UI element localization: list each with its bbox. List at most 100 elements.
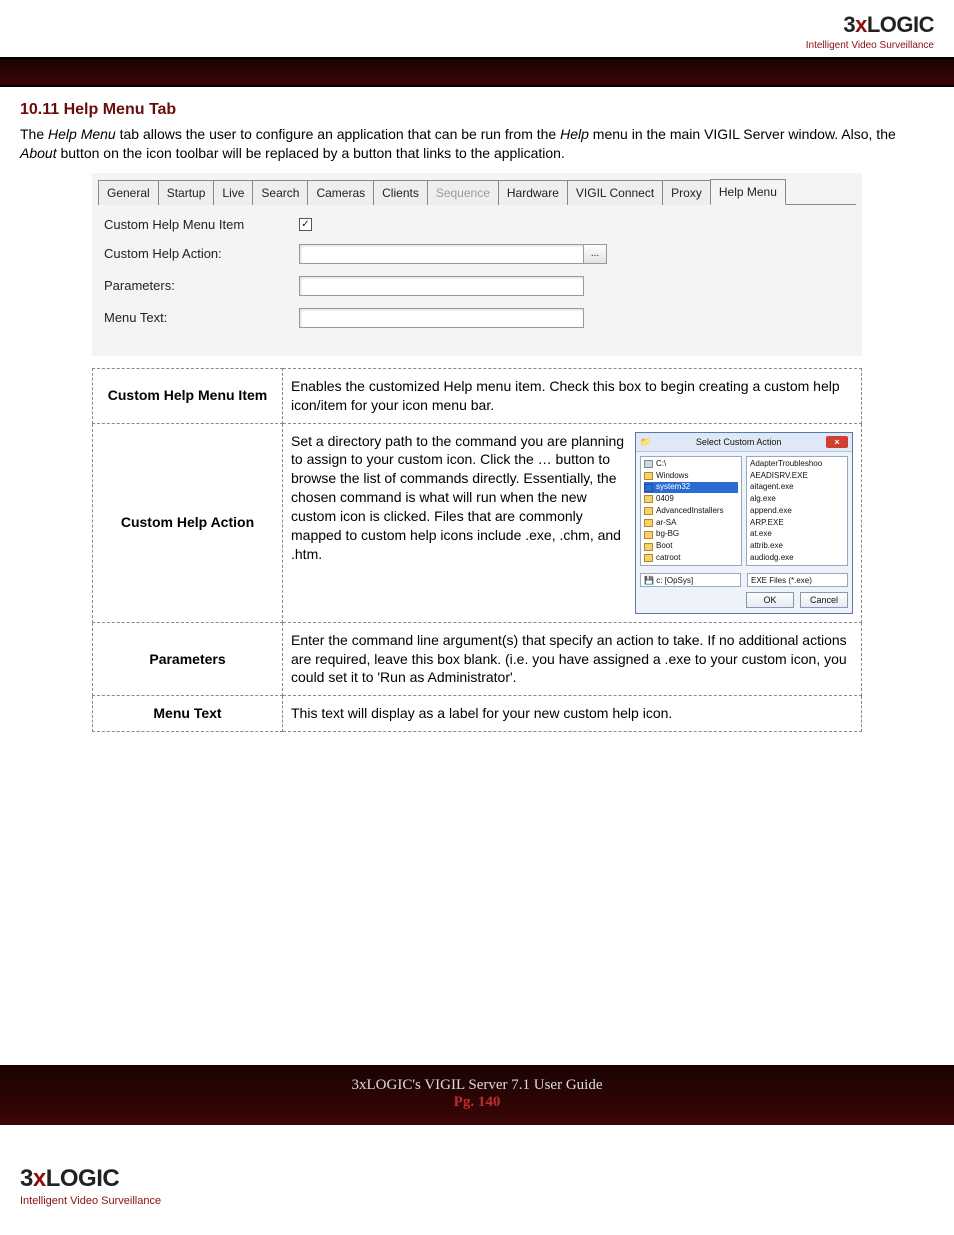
folder-icon: 📁 [640,436,651,448]
list-item: aitagent.exe [750,482,844,493]
label-custom-help-action: Custom Help Action: [104,246,299,261]
list-item: Boot [644,541,738,552]
folder-icon [644,531,653,539]
intro-text: tab allows the user to configure an appl… [116,126,560,142]
tab-cameras[interactable]: Cameras [307,180,374,205]
list-item: C:\ [644,459,738,470]
list-item: system32 [644,482,738,493]
cell-key-menu-text: Menu Text [93,696,283,732]
row-menu-text: Menu Text: [104,308,850,328]
cell-key-custom-help-action: Custom Help Action [93,423,283,622]
logo-pre: 3 [20,1165,33,1192]
list-item: alg.exe [750,494,844,505]
intro-italic-3: About [20,145,57,161]
intro-text: button on the icon toolbar will be repla… [57,145,565,161]
select-custom-action-dialog: 📁 Select Custom Action × C:\ Windows sys… [635,432,853,614]
label-menu-text: Menu Text: [104,310,299,325]
row-parameters: Parameters: [104,276,850,296]
ok-button[interactable]: OK [746,592,794,608]
intro-italic-1: Help Menu [48,126,116,142]
form-rows: Custom Help Menu Item ✓ Custom Help Acti… [98,205,856,344]
cell-val-parameters: Enter the command line argument(s) that … [283,622,862,696]
list-item: attrib.exe [750,541,844,552]
page-header: 3xLOGIC Intelligent Video Surveillance [0,0,954,57]
tab-vigil-connect[interactable]: VIGIL Connect [567,180,663,205]
footer-brand-logo: 3xLOGIC Intelligent Video Surveillance [20,1165,161,1207]
page-content: 10.11 Help Menu Tab The Help Menu tab al… [0,87,954,732]
list-item: append.exe [750,506,844,517]
table-row: Custom Help Action Set a directory path … [93,423,862,622]
tab-search[interactable]: Search [252,180,308,205]
label-custom-help-menu-item: Custom Help Menu Item [104,217,299,232]
header-dark-bar [0,57,954,87]
list-item: catroot [644,553,738,564]
custom-help-action-text: Set a directory path to the command you … [291,432,629,564]
tab-general[interactable]: General [98,180,159,205]
list-item: bg-BG [644,529,738,540]
list-item: ARP.EXE [750,518,844,529]
logo-x: x [33,1165,46,1192]
logo-post: LOGIC [46,1165,120,1192]
folder-icon [644,472,653,480]
folder-icon [644,507,653,515]
list-item: catroot2 [644,565,738,566]
drive-icon [644,460,653,468]
list-item: audiodg.exe [750,553,844,564]
table-row: Menu Text This text will display as a la… [93,696,862,732]
folder-icon [644,484,653,492]
list-item: AdvancedInstallers [644,506,738,517]
row-custom-help-action: Custom Help Action: ... [104,244,850,264]
filter-dropdown[interactable]: EXE Files (*.exe) [747,573,848,587]
dialog-file-list[interactable]: AdapterTroubleshoo AEADISRV.EXE aitagent… [746,456,848,566]
brand-logo-text: 3xLOGIC [806,12,934,38]
brand-tagline: Intelligent Video Surveillance [20,1195,161,1207]
folder-icon [644,554,653,562]
checkbox-custom-help-menu-item[interactable]: ✓ [299,218,312,231]
list-item: 0409 [644,494,738,505]
dialog-folder-list[interactable]: C:\ Windows system32 0409 AdvancedInstal… [640,456,742,566]
tab-startup[interactable]: Startup [158,180,215,205]
cell-val-menu-text: This text will display as a label for yo… [283,696,862,732]
table-row: Parameters Enter the command line argume… [93,622,862,696]
tab-live[interactable]: Live [213,180,253,205]
settings-panel: General Startup Live Search Cameras Clie… [92,173,862,356]
input-custom-help-action[interactable] [299,244,584,264]
cell-val-custom-help-menu-item: Enables the customized Help menu item. C… [283,368,862,423]
cell-val-custom-help-action: Set a directory path to the command you … [283,423,862,622]
table-row: Custom Help Menu Item Enables the custom… [93,368,862,423]
footer-title: 3xLOGIC's VIGIL Server 7.1 User Guide [0,1077,954,1094]
folder-icon [644,519,653,527]
browse-button[interactable]: ... [583,244,607,264]
input-menu-text[interactable] [299,308,584,328]
logo-post: LOGIC [867,12,934,37]
drive-dropdown[interactable]: 💾 c: [OpSys] [640,573,741,587]
list-item: Windows [644,471,738,482]
intro-text: The [20,126,48,142]
dialog-title: Select Custom Action [696,436,782,448]
intro-paragraph: The Help Menu tab allows the user to con… [20,125,934,163]
tab-clients[interactable]: Clients [373,180,428,205]
intro-text: menu in the main VIGIL Server window. Al… [589,126,896,142]
cancel-button[interactable]: Cancel [800,592,848,608]
list-item: AdapterTroubleshoo [750,459,844,470]
tab-help-menu[interactable]: Help Menu [710,179,786,205]
list-item: AEADISRV.EXE [750,471,844,482]
cell-key-parameters: Parameters [93,622,283,696]
close-icon[interactable]: × [826,436,848,448]
brand-tagline: Intelligent Video Surveillance [806,40,934,51]
tabs-row: General Startup Live Search Cameras Clie… [98,179,856,205]
row-custom-help-menu-item: Custom Help Menu Item ✓ [104,217,850,232]
tab-sequence: Sequence [427,180,499,205]
cell-key-custom-help-menu-item: Custom Help Menu Item [93,368,283,423]
folder-icon [644,495,653,503]
input-parameters[interactable] [299,276,584,296]
logo-x: x [855,12,867,37]
tab-hardware[interactable]: Hardware [498,180,568,205]
intro-italic-2: Help [560,126,589,142]
logo-pre: 3 [843,12,855,37]
list-item: at.exe [750,529,844,540]
folder-icon [644,543,653,551]
description-table: Custom Help Menu Item Enables the custom… [92,368,862,732]
tab-proxy[interactable]: Proxy [662,180,711,205]
footer-bar: 3xLOGIC's VIGIL Server 7.1 User Guide Pg… [0,1065,954,1125]
